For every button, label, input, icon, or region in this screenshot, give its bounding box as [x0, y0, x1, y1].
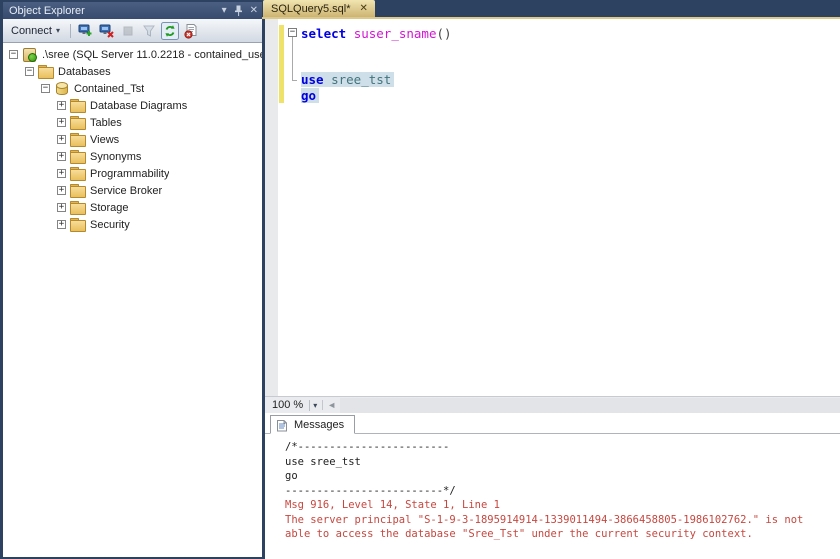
sql-editor[interactable]: − select suser_sname()use sree_tst go	[265, 19, 840, 396]
server-icon	[22, 48, 37, 62]
messages-icon	[276, 418, 289, 432]
connect-button[interactable]: Connect ▾	[7, 23, 64, 39]
folder-icon	[38, 65, 54, 79]
tree-item-programmability[interactable]: + Programmability	[3, 165, 262, 182]
tree-item-service-broker[interactable]: + Service Broker	[3, 182, 262, 199]
editor-bottom-bar: 100 % ▾ ◄	[265, 396, 840, 413]
code-line[interactable]: select suser_sname()	[301, 26, 836, 41]
expand-icon[interactable]: +	[57, 186, 66, 195]
message-line: use sree_tst	[285, 455, 361, 468]
collapse-icon[interactable]: −	[41, 84, 50, 93]
code-line[interactable]	[301, 57, 836, 72]
object-explorer-toolbar: Connect ▾	[3, 19, 262, 43]
tab-messages[interactable]: Messages	[270, 415, 356, 434]
tree-item-sree-sql-server-11-0-2218-cont[interactable]: − .\sree (SQL Server 11.0.2218 - containe…	[3, 46, 262, 63]
tab-label: SQLQuery5.sql*	[271, 2, 351, 15]
tree-item-tables[interactable]: + Tables	[3, 114, 262, 131]
panel-title: Object Explorer	[9, 4, 85, 17]
folder-icon	[70, 167, 86, 181]
results-pane: Messages /*------------------------ use s…	[265, 413, 840, 559]
disconnect-server-icon[interactable]	[98, 22, 116, 40]
refresh-icon[interactable]	[161, 21, 179, 40]
tab-sqlquery5[interactable]: SQLQuery5.sql* ✕	[263, 0, 375, 17]
window-position-icon[interactable]: ▾	[222, 5, 227, 16]
tree-item-label: Programmability	[90, 167, 170, 180]
outline-guide-line	[292, 37, 293, 80]
expand-icon[interactable]: +	[57, 118, 66, 127]
tree-item-label: Database Diagrams	[90, 99, 188, 112]
stop-icon[interactable]	[119, 22, 137, 40]
toolbar-separator	[70, 23, 71, 38]
tree-item-label: Security	[90, 218, 130, 231]
tree-item-databases[interactable]: − Databases	[3, 63, 262, 80]
collapse-region-icon[interactable]: −	[288, 28, 297, 37]
code-line[interactable]: go	[301, 87, 836, 103]
expand-icon[interactable]: +	[57, 169, 66, 178]
tree-item-label: Synonyms	[90, 150, 142, 163]
folder-icon	[70, 218, 86, 232]
folder-icon	[70, 116, 86, 130]
object-explorer-tree: − .\sree (SQL Server 11.0.2218 - containe…	[3, 43, 262, 557]
connect-server-icon[interactable]	[77, 22, 95, 40]
tree-item-label: Storage	[90, 201, 129, 214]
document-tabstrip: SQLQuery5.sql* ✕	[263, 0, 840, 17]
object-explorer-panel: Object Explorer ▾ ✕ Connect ▾ − .\sree (…	[3, 2, 262, 557]
script-error-icon[interactable]	[182, 22, 200, 40]
expand-icon[interactable]: +	[57, 203, 66, 212]
chevron-down-icon: ▾	[55, 26, 60, 35]
tree-item-security[interactable]: + Security	[3, 216, 262, 233]
connect-button-label: Connect	[11, 24, 52, 37]
filter-icon[interactable]	[140, 22, 158, 40]
tree-item-storage[interactable]: + Storage	[3, 199, 262, 216]
tree-item-synonyms[interactable]: + Synonyms	[3, 148, 262, 165]
message-line: The server principal "S-1-9-3-1895914914…	[285, 513, 804, 526]
results-tab-label: Messages	[294, 418, 345, 431]
indicator-margin	[265, 19, 278, 396]
object-explorer-titlebar[interactable]: Object Explorer ▾ ✕	[3, 2, 262, 19]
message-line: -------------------------*/	[285, 484, 456, 497]
tree-item-label: Contained_Tst	[74, 82, 145, 95]
code-line[interactable]	[301, 41, 836, 56]
results-tabstrip: Messages	[265, 413, 840, 434]
message-line: Msg 916, Level 14, State 1, Line 1	[285, 499, 500, 511]
code-area[interactable]: select suser_sname()use sree_tst go	[301, 26, 836, 103]
folder-icon	[70, 184, 86, 198]
zoom-level-value: 100 %	[272, 399, 304, 411]
tree-item-database-diagrams[interactable]: + Database Diagrams	[3, 97, 262, 114]
expand-icon[interactable]: +	[57, 220, 66, 229]
tree-item-contained-tst[interactable]: − Contained_Tst	[3, 80, 262, 97]
expand-icon[interactable]: +	[57, 101, 66, 110]
tree-item-label: Views	[90, 133, 120, 146]
horizontal-scrollbar[interactable]	[340, 397, 840, 413]
expand-icon[interactable]: +	[57, 152, 66, 161]
tree-item-label: Service Broker	[90, 184, 163, 197]
tree-item-views[interactable]: + Views	[3, 131, 262, 148]
code-line[interactable]: use sree_tst	[301, 72, 836, 88]
message-line: /*------------------------	[285, 441, 450, 453]
close-icon[interactable]: ✕	[250, 5, 258, 16]
messages-output[interactable]: /*------------------------ use sree_tstgo…	[265, 434, 840, 542]
tree-item-label: Tables	[90, 116, 122, 129]
zoom-chevron-down-icon[interactable]: ▾	[309, 399, 320, 411]
message-line: go	[285, 470, 298, 482]
collapse-icon[interactable]: −	[9, 50, 18, 59]
collapse-icon[interactable]: −	[25, 67, 34, 76]
message-line: able to access the database "Sree_Tst" u…	[285, 528, 753, 540]
scroll-left-icon[interactable]: ◄	[322, 400, 340, 410]
pin-icon[interactable]	[234, 5, 243, 16]
tab-close-icon[interactable]: ✕	[359, 3, 367, 14]
folder-icon	[70, 99, 86, 113]
database-icon	[54, 82, 69, 95]
zoom-dropdown[interactable]: 100 % ▾	[267, 397, 323, 413]
tree-item-label: .\sree (SQL Server 11.0.2218 - contained…	[42, 48, 262, 61]
folder-icon	[70, 133, 86, 147]
change-tracking-bar	[279, 25, 284, 103]
folder-icon	[70, 201, 86, 215]
folder-icon	[70, 150, 86, 164]
tree-item-label: Databases	[58, 65, 111, 78]
outline-guide-tick	[292, 80, 297, 81]
expand-icon[interactable]: +	[57, 135, 66, 144]
